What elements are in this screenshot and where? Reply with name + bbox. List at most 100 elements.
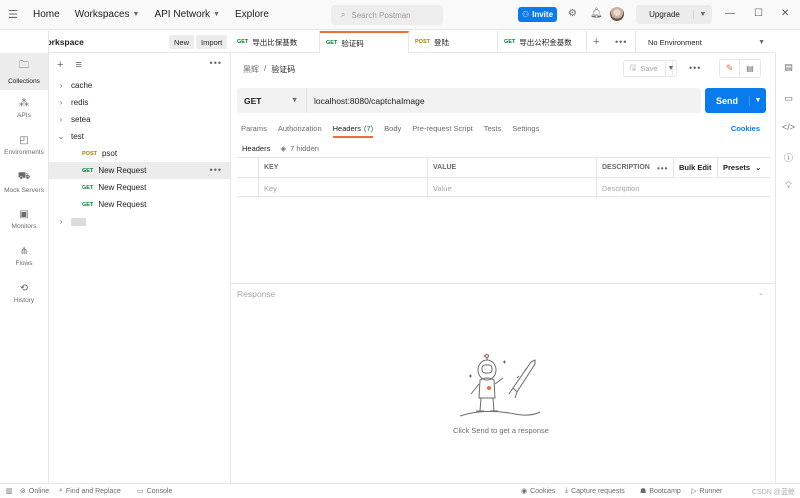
key-input[interactable]: Key <box>259 178 428 198</box>
search-input[interactable]: ⌕ Search Postman <box>331 5 443 25</box>
menu-icon[interactable]: ☰ <box>0 8 26 21</box>
online-status[interactable]: ⊘ Online <box>20 487 50 496</box>
chevron-right-icon[interactable]: › <box>56 115 66 124</box>
code-icon[interactable]: </> <box>776 122 800 132</box>
lightbulb-icon[interactable]: 💡︎ <box>776 180 800 191</box>
breadcrumb-current[interactable]: 验证码 <box>271 64 295 75</box>
tree-folder-setea[interactable]: › setea <box>49 111 230 128</box>
tree-folder-test[interactable]: ⌄ test <box>49 128 230 145</box>
request-label: New Request <box>98 166 147 175</box>
info-icon[interactable]: ⓘ <box>776 151 800 164</box>
chevron-down-icon[interactable]: ▼ <box>665 60 677 77</box>
rail-item-environments[interactable]: ◰ Environments <box>0 127 48 164</box>
filter-icon[interactable]: ≡ <box>75 59 81 71</box>
url-input[interactable]: localhost:8080/captchaImage <box>307 96 425 106</box>
settings-icon[interactable]: ⚙ <box>568 8 577 19</box>
chevron-down-icon[interactable]: ▼ <box>750 97 766 104</box>
chevron-right-icon[interactable]: › <box>56 81 66 90</box>
method-select[interactable]: GET ▼ <box>237 88 307 113</box>
minimize-icon[interactable]: — <box>725 8 735 19</box>
chevron-right-icon[interactable]: › <box>56 217 66 226</box>
tree-request[interactable]: POST psot <box>49 145 230 162</box>
tab-request-active[interactable]: GET 验证码 <box>320 31 409 53</box>
rail-item-monitors[interactable]: ▣ Monitors <box>0 201 48 238</box>
row-checkbox[interactable] <box>237 178 259 198</box>
value-input[interactable]: Value <box>428 178 597 198</box>
tab-request[interactable]: POST 登陆 <box>409 31 498 53</box>
pencil-icon[interactable]: ✎ <box>719 59 740 78</box>
online-label: Online <box>28 487 50 495</box>
rail-item-collections[interactable]: 🗀︎ Collections <box>0 53 48 90</box>
new-label: New <box>174 37 190 47</box>
more-icon[interactable]: ••• <box>615 37 627 47</box>
bootcamp-button[interactable]: ☗ Bootcamp <box>640 487 681 496</box>
tree-folder-redis[interactable]: › redis <box>49 94 230 111</box>
tree-folder-cache[interactable]: › cache <box>49 77 230 94</box>
tab-request[interactable]: GET 导出公积金基数 <box>498 31 587 53</box>
cookies-button[interactable]: ◉ Cookies <box>521 487 555 496</box>
runner-button[interactable]: ▷ Runner <box>691 487 722 496</box>
maximize-icon[interactable]: ☐ <box>754 8 763 19</box>
tab-pre-request-script[interactable]: Pre-request Script <box>412 118 472 138</box>
tab-tests[interactable]: Tests <box>484 118 502 138</box>
tree-folder-blurred[interactable]: › <box>49 213 230 230</box>
more-icon[interactable]: ••• <box>210 165 222 175</box>
nav-home[interactable]: Home <box>33 9 60 20</box>
nav-api-network[interactable]: API Network ▼ <box>154 9 220 20</box>
sidebar-toggle[interactable]: ▥ <box>6 487 13 495</box>
presets-label: Presets <box>723 163 751 172</box>
console-button[interactable]: ▭ Console <box>137 487 172 496</box>
nav-explore[interactable]: Explore <box>235 9 269 20</box>
environment-select[interactable]: No Environment ▼ <box>635 31 775 53</box>
pane-divider[interactable] <box>231 283 775 284</box>
tab-authorization[interactable]: Authorization <box>278 118 322 138</box>
bulk-edit-button[interactable]: Bulk Edit <box>673 157 717 178</box>
chevron-right-icon[interactable]: › <box>56 98 66 107</box>
more-icon[interactable]: ••• <box>210 58 222 68</box>
import-button[interactable]: Import <box>196 35 228 49</box>
tab-headers[interactable]: Headers (7) <box>332 118 373 138</box>
bootcamp-label: Bootcamp <box>649 487 681 495</box>
new-button[interactable]: New <box>169 35 195 49</box>
plus-icon[interactable]: + <box>57 59 63 71</box>
tab-body[interactable]: Body <box>384 118 401 138</box>
send-button[interactable]: Send ▼ <box>705 88 766 113</box>
chevron-down-icon[interactable]: ⌄ <box>56 132 66 141</box>
documentation-icon[interactable]: ▤ <box>740 59 761 78</box>
upgrade-button[interactable]: Upgrade ▼ <box>636 5 712 24</box>
presets-dropdown[interactable]: Presets ⌄ <box>717 157 761 178</box>
tree-request[interactable]: GET New Request <box>49 179 230 196</box>
collections-icon: 🗀︎ <box>19 60 29 71</box>
chevron-down-icon[interactable]: ⌄ <box>758 289 764 297</box>
documentation-icon[interactable]: ▤ <box>776 62 800 73</box>
tab-settings[interactable]: Settings <box>512 118 539 138</box>
rail-item-mock-servers[interactable]: ⛟ Mock Servers <box>0 164 48 201</box>
bell-icon[interactable]: 🔔︎ <box>590 8 603 19</box>
folder-label: setea <box>71 115 91 124</box>
tree-request[interactable]: GET New Request <box>49 196 230 213</box>
more-icon[interactable]: ••• <box>657 164 668 173</box>
new-tab-icon[interactable]: + <box>593 36 599 48</box>
tab-params[interactable]: Params <box>241 118 267 138</box>
capture-requests-button[interactable]: ⤓ Capture requests <box>565 487 625 495</box>
tree-request[interactable]: GET New Request ••• <box>49 162 230 179</box>
hidden-headers-toggle[interactable]: ◈ 7 hidden <box>280 144 319 153</box>
rail-item-history[interactable]: ⟲ History <box>0 275 48 312</box>
tab-label: Settings <box>512 123 540 133</box>
invite-button[interactable]: ⚇ Invite <box>518 7 557 22</box>
more-icon[interactable]: ••• <box>689 63 701 73</box>
description-input[interactable]: Description <box>597 178 770 198</box>
cookies-link[interactable]: Cookies <box>731 124 760 133</box>
close-icon[interactable]: ✕ <box>781 8 789 19</box>
rail-item-label: Monitors <box>11 223 37 230</box>
rail-item-apis[interactable]: ⁂ APIs <box>0 90 48 127</box>
find-and-replace-button[interactable]: ⌕ Find and Replace <box>59 487 121 495</box>
nav-workspaces[interactable]: Workspaces ▼ <box>75 9 140 20</box>
rail-item-flows[interactable]: ⋔ Flows <box>0 238 48 275</box>
tab-request[interactable]: GET 导出比保基数 <box>231 31 320 53</box>
monitors-icon: ▣ <box>19 209 29 220</box>
chevron-down-icon[interactable]: ▼ <box>694 11 712 18</box>
avatar[interactable] <box>610 7 624 21</box>
comments-icon[interactable]: ▭ <box>776 93 800 104</box>
breadcrumb-parent[interactable]: 黑辉 <box>243 64 259 75</box>
